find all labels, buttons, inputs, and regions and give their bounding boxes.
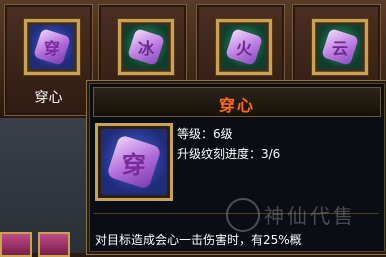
skill-gem-icon: 云 bbox=[318, 25, 362, 69]
skill-gem-icon: 火 bbox=[222, 25, 266, 69]
watermark: 神仙代售 bbox=[226, 196, 376, 232]
tooltip-icon-frame: 穿 bbox=[95, 123, 173, 201]
skill-description: 对目标造成会心一击伤害时，有25%概 bbox=[95, 233, 302, 247]
skill-glyph: 云 bbox=[331, 38, 349, 58]
skill-icon-frame: 冰 bbox=[118, 19, 174, 75]
watermark-text: 神仙代售 bbox=[264, 204, 356, 228]
skill-gem-icon: 穿 bbox=[30, 25, 74, 69]
tooltip-title-bar: 穿心 bbox=[93, 87, 381, 117]
skill-label: 穿心 bbox=[34, 90, 63, 106]
tooltip-glyph: 穿 bbox=[122, 149, 146, 179]
item-slot-icon[interactable] bbox=[0, 232, 32, 257]
upgrade-progress-text: 升级纹刻进度：3/6 bbox=[177, 147, 281, 161]
skill-icon-frame: 云 bbox=[312, 19, 368, 75]
skill-slot-1[interactable]: 穿 穿心 bbox=[4, 4, 93, 116]
skill-icon-frame: 穿 bbox=[24, 19, 80, 75]
skill-glyph: 冰 bbox=[137, 38, 155, 58]
item-slot-icon[interactable] bbox=[38, 232, 70, 257]
skill-glyph: 穿 bbox=[43, 38, 61, 58]
skill-icon-frame: 火 bbox=[216, 19, 272, 75]
skill-gem-icon: 穿 bbox=[101, 129, 167, 195]
skill-glyph: 火 bbox=[235, 38, 253, 58]
skill-gem-icon: 冰 bbox=[124, 25, 168, 69]
skill-level-text: 等级：6级 bbox=[177, 127, 233, 141]
tooltip-title: 穿心 bbox=[218, 96, 255, 115]
watermark-logo-icon bbox=[226, 198, 260, 232]
